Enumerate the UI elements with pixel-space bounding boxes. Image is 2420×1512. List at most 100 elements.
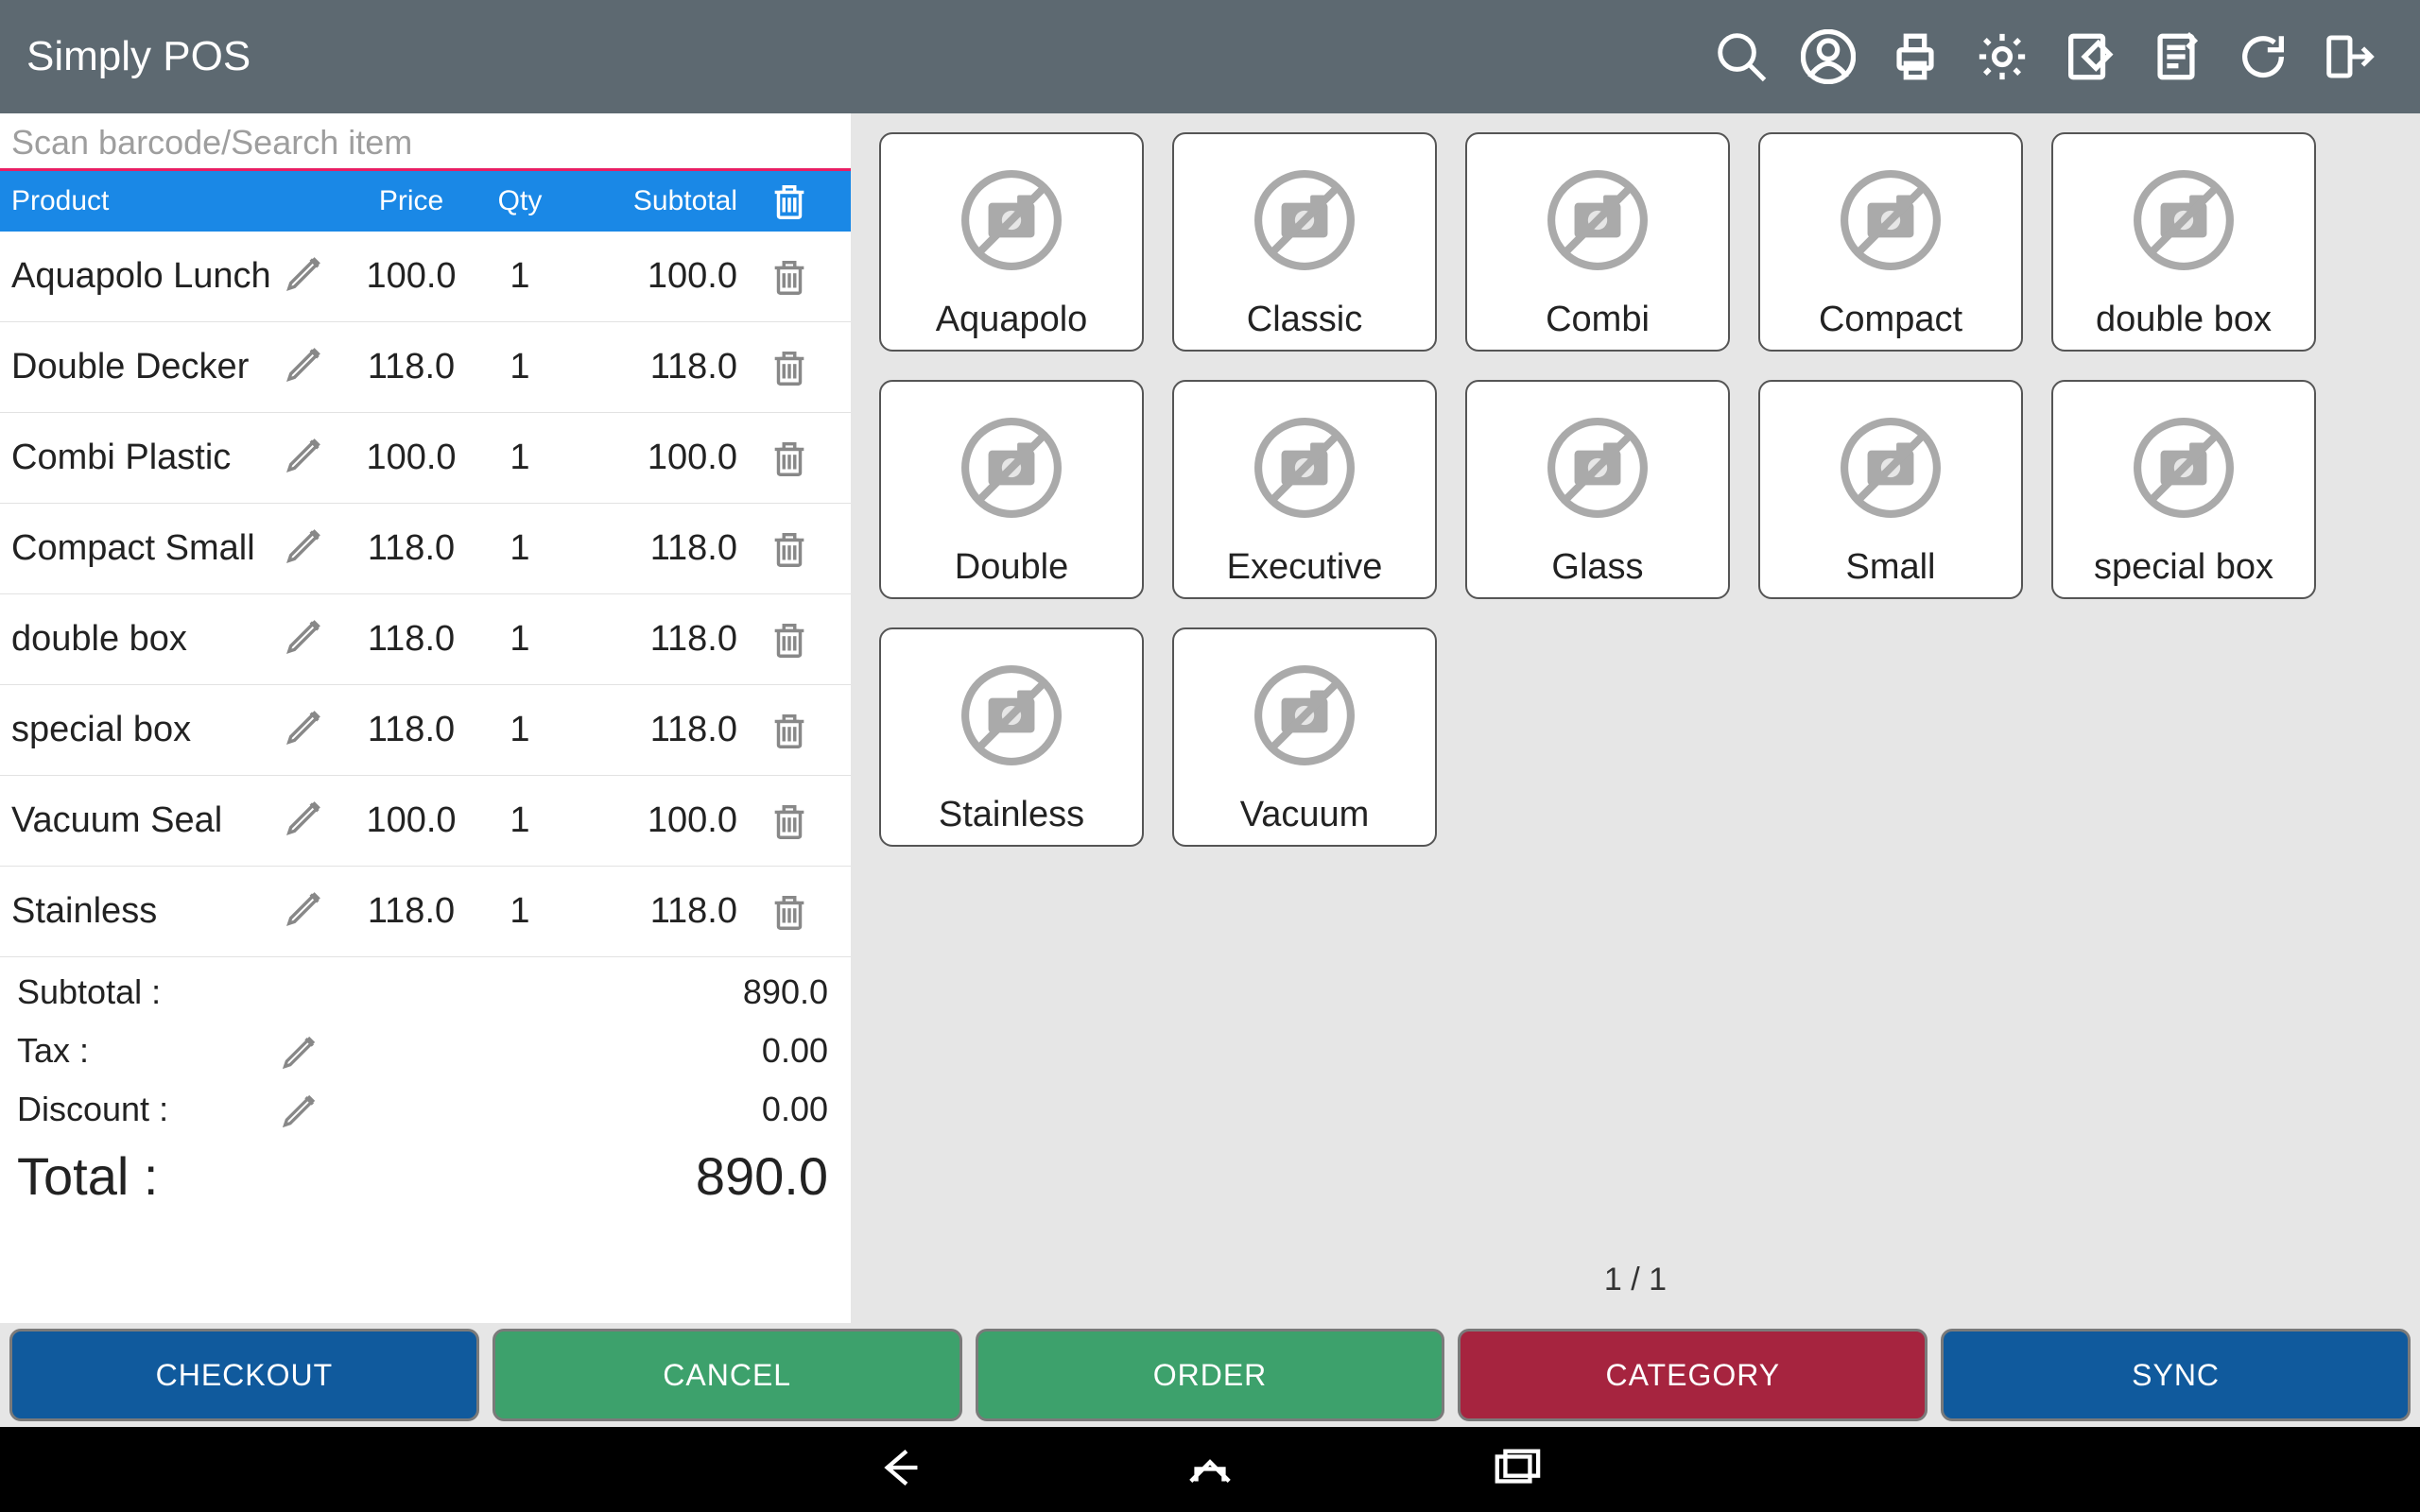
total-label: Total : bbox=[17, 1145, 263, 1207]
edit-item-icon[interactable] bbox=[284, 613, 350, 666]
edit-item-icon[interactable] bbox=[284, 885, 350, 938]
delete-item-icon[interactable] bbox=[747, 437, 832, 480]
edit-item-icon[interactable] bbox=[284, 250, 350, 303]
cart-item-price: 100.0 bbox=[350, 256, 473, 297]
cart-item-subtotal: 100.0 bbox=[567, 256, 747, 297]
search-icon[interactable] bbox=[1698, 13, 1785, 100]
user-icon[interactable] bbox=[1785, 13, 1872, 100]
back-icon[interactable] bbox=[873, 1443, 934, 1497]
cart-item-price: 118.0 bbox=[350, 710, 473, 750]
category-button[interactable]: CATEGORY bbox=[1458, 1329, 1927, 1421]
delete-item-icon[interactable] bbox=[747, 890, 832, 934]
edit-document-icon[interactable] bbox=[2046, 13, 2133, 100]
cart-item-price: 118.0 bbox=[350, 891, 473, 932]
product-tile[interactable]: Glass bbox=[1465, 380, 1730, 599]
product-grid-panel: Aquapolo Classic Combi Compact double box Dou… bbox=[851, 113, 2420, 1323]
cancel-button[interactable]: CANCEL bbox=[493, 1329, 962, 1421]
delete-item-icon[interactable] bbox=[747, 618, 832, 662]
order-button[interactable]: ORDER bbox=[976, 1329, 1445, 1421]
product-tile-label: double box bbox=[2096, 300, 2272, 340]
cart-item-price: 118.0 bbox=[350, 619, 473, 660]
edit-item-icon[interactable] bbox=[284, 704, 350, 757]
no-image-icon bbox=[1546, 391, 1650, 543]
cart-row: Compact Small118.01118.0 bbox=[0, 504, 851, 594]
home-icon[interactable] bbox=[1180, 1443, 1240, 1497]
product-tile[interactable]: Aquapolo bbox=[879, 132, 1144, 352]
cart-row: Aquapolo Lunch 100.01100.0 bbox=[0, 232, 851, 322]
product-tile[interactable]: Double bbox=[879, 380, 1144, 599]
logout-icon[interactable] bbox=[2307, 13, 2394, 100]
cart-row: double box118.01118.0 bbox=[0, 594, 851, 685]
product-tile-label: Glass bbox=[1551, 547, 1643, 588]
sync-button[interactable]: SYNC bbox=[1941, 1329, 2411, 1421]
product-tile[interactable]: Small bbox=[1758, 380, 2023, 599]
product-tile[interactable]: Stainless bbox=[879, 627, 1144, 847]
settings-icon[interactable] bbox=[1959, 13, 2046, 100]
edit-tax-icon[interactable] bbox=[263, 1030, 338, 1072]
product-tile[interactable]: Compact bbox=[1758, 132, 2023, 352]
total-value: 890.0 bbox=[338, 1145, 834, 1207]
cart-item-subtotal: 100.0 bbox=[567, 800, 747, 841]
delete-item-icon[interactable] bbox=[747, 799, 832, 843]
cart-item-name: Stainless bbox=[9, 891, 284, 932]
edit-discount-icon[interactable] bbox=[263, 1089, 338, 1130]
cart-item-qty: 1 bbox=[473, 710, 567, 750]
checkout-button[interactable]: CHECKOUT bbox=[9, 1329, 479, 1421]
no-image-icon bbox=[1839, 391, 1943, 543]
cart-item-qty: 1 bbox=[473, 256, 567, 297]
col-qty: Qty bbox=[473, 185, 567, 217]
cart-item-price: 100.0 bbox=[350, 438, 473, 478]
no-image-icon bbox=[1546, 144, 1650, 296]
cart-item-price: 118.0 bbox=[350, 528, 473, 569]
refresh-icon[interactable] bbox=[2220, 13, 2307, 100]
tax-label: Tax : bbox=[17, 1031, 263, 1071]
cart-item-name: Aquapolo Lunch bbox=[9, 256, 284, 297]
edit-item-icon[interactable] bbox=[284, 341, 350, 394]
cart-row: Double Decker118.01118.0 bbox=[0, 322, 851, 413]
cart-item-qty: 1 bbox=[473, 800, 567, 841]
col-product: Product bbox=[9, 185, 284, 217]
cart-item-subtotal: 118.0 bbox=[567, 619, 747, 660]
cart-item-qty: 1 bbox=[473, 619, 567, 660]
delete-item-icon[interactable] bbox=[747, 255, 832, 299]
edit-item-icon[interactable] bbox=[284, 523, 350, 576]
app-header: Simply POS bbox=[0, 0, 2420, 113]
cart-item-subtotal: 100.0 bbox=[567, 438, 747, 478]
no-image-icon bbox=[959, 391, 1063, 543]
delete-item-icon[interactable] bbox=[747, 709, 832, 752]
cart-item-subtotal: 118.0 bbox=[567, 347, 747, 387]
clear-all-icon[interactable] bbox=[747, 180, 832, 223]
product-tile[interactable]: double box bbox=[2051, 132, 2316, 352]
edit-item-icon[interactable] bbox=[284, 795, 350, 848]
print-icon[interactable] bbox=[1872, 13, 1959, 100]
recent-apps-icon[interactable] bbox=[1486, 1443, 1547, 1497]
no-image-icon bbox=[1253, 144, 1357, 296]
edit-item-icon[interactable] bbox=[284, 432, 350, 485]
product-tile-label: Classic bbox=[1247, 300, 1362, 340]
cart-item-qty: 1 bbox=[473, 891, 567, 932]
app-title: Simply POS bbox=[26, 33, 251, 80]
android-navbar bbox=[0, 1427, 2420, 1512]
cart-item-name: Combi Plastic bbox=[9, 438, 284, 478]
product-tile[interactable]: Classic bbox=[1172, 132, 1437, 352]
product-tile-label: Double bbox=[955, 547, 1068, 588]
product-tile[interactable]: special box bbox=[2051, 380, 2316, 599]
delete-item-icon[interactable] bbox=[747, 346, 832, 389]
product-tile[interactable]: Executive bbox=[1172, 380, 1437, 599]
cart-item-name: Double Decker bbox=[9, 347, 284, 387]
no-image-icon bbox=[1253, 639, 1357, 791]
cart-item-qty: 1 bbox=[473, 347, 567, 387]
cart-item-name: special box bbox=[9, 710, 284, 750]
subtotal-label: Subtotal : bbox=[17, 972, 263, 1012]
cart-item-price: 100.0 bbox=[350, 800, 473, 841]
product-tile-label: Small bbox=[1845, 547, 1935, 588]
no-image-icon bbox=[2132, 144, 2236, 296]
product-tile-label: Combi bbox=[1546, 300, 1650, 340]
cart-header: Product Price Qty Subtotal bbox=[0, 171, 851, 232]
pager: 1 / 1 bbox=[879, 1252, 2392, 1304]
product-tile[interactable]: Combi bbox=[1465, 132, 1730, 352]
notes-icon[interactable] bbox=[2133, 13, 2220, 100]
product-tile[interactable]: Vacuum bbox=[1172, 627, 1437, 847]
delete-item-icon[interactable] bbox=[747, 527, 832, 571]
search-input[interactable] bbox=[0, 113, 851, 171]
